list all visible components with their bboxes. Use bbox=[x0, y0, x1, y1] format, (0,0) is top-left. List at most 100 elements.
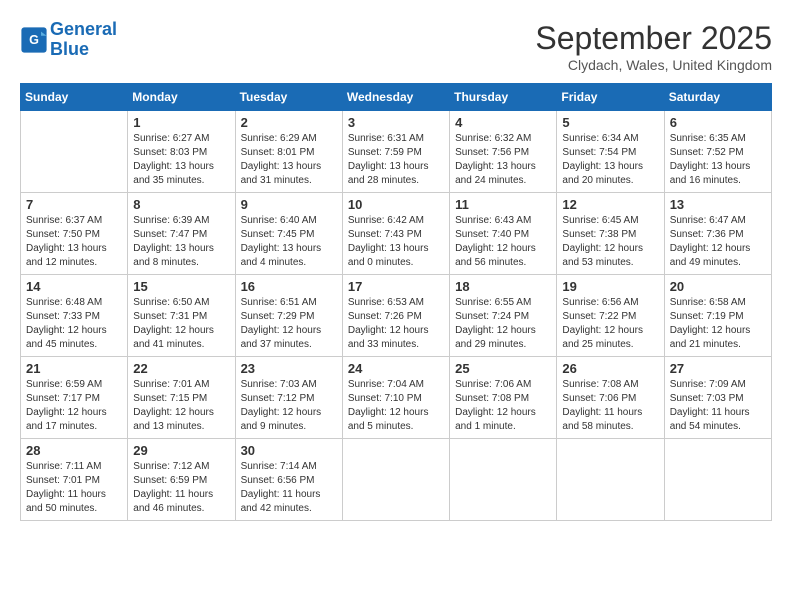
day-info: Sunrise: 6:51 AM Sunset: 7:29 PM Dayligh… bbox=[241, 296, 337, 352]
day-number: 20 bbox=[670, 279, 766, 294]
day-number: 25 bbox=[455, 361, 551, 376]
day-cell: 21 Sunrise: 6:59 AM Sunset: 7:17 PM Dayli… bbox=[21, 357, 128, 439]
day-number: 4 bbox=[455, 115, 551, 130]
day-number: 21 bbox=[26, 361, 122, 376]
calendar-table: SundayMondayTuesdayWednesdayThursdayFrid… bbox=[20, 83, 772, 521]
day-cell bbox=[664, 439, 771, 521]
day-info: Sunrise: 7:11 AM Sunset: 7:01 PM Dayligh… bbox=[26, 460, 122, 516]
logo: G General Blue bbox=[20, 20, 117, 60]
day-info: Sunrise: 6:42 AM Sunset: 7:43 PM Dayligh… bbox=[348, 214, 444, 270]
day-info: Sunrise: 6:58 AM Sunset: 7:19 PM Dayligh… bbox=[670, 296, 766, 352]
day-info: Sunrise: 6:39 AM Sunset: 7:47 PM Dayligh… bbox=[133, 214, 229, 270]
day-cell: 4 Sunrise: 6:32 AM Sunset: 7:56 PM Daylig… bbox=[450, 111, 557, 193]
day-cell: 29Sunrise: 7:12 AM Sunset: 6:59 PM Dayli… bbox=[128, 439, 235, 521]
day-cell: 20 Sunrise: 6:58 AM Sunset: 7:19 PM Dayli… bbox=[664, 275, 771, 357]
day-number: 1 bbox=[133, 115, 229, 130]
page-header: G General Blue September 2025 Clydach, W… bbox=[20, 20, 772, 73]
day-number: 18 bbox=[455, 279, 551, 294]
calendar-body: 1 Sunrise: 6:27 AM Sunset: 8:03 PM Daylig… bbox=[21, 111, 772, 521]
calendar-header: SundayMondayTuesdayWednesdayThursdayFrid… bbox=[21, 84, 772, 111]
day-info: Sunrise: 6:35 AM Sunset: 7:52 PM Dayligh… bbox=[670, 132, 766, 188]
day-cell: 11 Sunrise: 6:43 AM Sunset: 7:40 PM Dayli… bbox=[450, 193, 557, 275]
day-info: Sunrise: 6:40 AM Sunset: 7:45 PM Dayligh… bbox=[241, 214, 337, 270]
header-row: SundayMondayTuesdayWednesdayThursdayFrid… bbox=[21, 84, 772, 111]
day-info: Sunrise: 6:31 AM Sunset: 7:59 PM Dayligh… bbox=[348, 132, 444, 188]
day-info: Sunrise: 7:12 AM Sunset: 6:59 PM Dayligh… bbox=[133, 460, 229, 516]
day-info: Sunrise: 6:34 AM Sunset: 7:54 PM Dayligh… bbox=[562, 132, 658, 188]
day-info: Sunrise: 6:32 AM Sunset: 7:56 PM Dayligh… bbox=[455, 132, 551, 188]
day-cell: 30Sunrise: 7:14 AM Sunset: 6:56 PM Dayli… bbox=[235, 439, 342, 521]
day-cell: 22 Sunrise: 7:01 AM Sunset: 7:15 PM Dayli… bbox=[128, 357, 235, 439]
header-cell-sunday: Sunday bbox=[21, 84, 128, 111]
day-info: Sunrise: 6:55 AM Sunset: 7:24 PM Dayligh… bbox=[455, 296, 551, 352]
day-info: Sunrise: 7:03 AM Sunset: 7:12 PM Dayligh… bbox=[241, 378, 337, 434]
day-number: 11 bbox=[455, 197, 551, 212]
day-number: 28 bbox=[26, 443, 122, 458]
day-cell bbox=[342, 439, 449, 521]
day-info: Sunrise: 6:59 AM Sunset: 7:17 PM Dayligh… bbox=[26, 378, 122, 434]
header-cell-saturday: Saturday bbox=[664, 84, 771, 111]
day-number: 22 bbox=[133, 361, 229, 376]
day-info: Sunrise: 6:43 AM Sunset: 7:40 PM Dayligh… bbox=[455, 214, 551, 270]
day-info: Sunrise: 7:01 AM Sunset: 7:15 PM Dayligh… bbox=[133, 378, 229, 434]
day-info: Sunrise: 6:48 AM Sunset: 7:33 PM Dayligh… bbox=[26, 296, 122, 352]
day-cell: 15Sunrise: 6:50 AM Sunset: 7:31 PM Dayli… bbox=[128, 275, 235, 357]
header-cell-friday: Friday bbox=[557, 84, 664, 111]
day-number: 26 bbox=[562, 361, 658, 376]
day-cell: 14Sunrise: 6:48 AM Sunset: 7:33 PM Dayli… bbox=[21, 275, 128, 357]
day-cell: 1 Sunrise: 6:27 AM Sunset: 8:03 PM Daylig… bbox=[128, 111, 235, 193]
day-info: Sunrise: 7:06 AM Sunset: 7:08 PM Dayligh… bbox=[455, 378, 551, 434]
day-cell: 24 Sunrise: 7:04 AM Sunset: 7:10 PM Dayli… bbox=[342, 357, 449, 439]
day-info: Sunrise: 6:47 AM Sunset: 7:36 PM Dayligh… bbox=[670, 214, 766, 270]
day-cell: 8 Sunrise: 6:39 AM Sunset: 7:47 PM Daylig… bbox=[128, 193, 235, 275]
day-number: 8 bbox=[133, 197, 229, 212]
day-cell: 23Sunrise: 7:03 AM Sunset: 7:12 PM Dayli… bbox=[235, 357, 342, 439]
day-cell: 26 Sunrise: 7:08 AM Sunset: 7:06 PM Dayli… bbox=[557, 357, 664, 439]
month-title: September 2025 bbox=[535, 20, 772, 57]
week-row-5: 28 Sunrise: 7:11 AM Sunset: 7:01 PM Dayli… bbox=[21, 439, 772, 521]
logo-text: General Blue bbox=[50, 20, 117, 60]
day-number: 24 bbox=[348, 361, 444, 376]
week-row-4: 21 Sunrise: 6:59 AM Sunset: 7:17 PM Dayli… bbox=[21, 357, 772, 439]
day-number: 3 bbox=[348, 115, 444, 130]
day-cell: 5 Sunrise: 6:34 AM Sunset: 7:54 PM Daylig… bbox=[557, 111, 664, 193]
day-info: Sunrise: 6:50 AM Sunset: 7:31 PM Dayligh… bbox=[133, 296, 229, 352]
logo-line2: Blue bbox=[50, 39, 89, 59]
day-info: Sunrise: 6:53 AM Sunset: 7:26 PM Dayligh… bbox=[348, 296, 444, 352]
day-info: Sunrise: 6:27 AM Sunset: 8:03 PM Dayligh… bbox=[133, 132, 229, 188]
day-info: Sunrise: 6:56 AM Sunset: 7:22 PM Dayligh… bbox=[562, 296, 658, 352]
day-cell bbox=[450, 439, 557, 521]
day-cell: 9Sunrise: 6:40 AM Sunset: 7:45 PM Daylig… bbox=[235, 193, 342, 275]
day-number: 27 bbox=[670, 361, 766, 376]
day-number: 5 bbox=[562, 115, 658, 130]
day-cell: 18 Sunrise: 6:55 AM Sunset: 7:24 PM Dayli… bbox=[450, 275, 557, 357]
day-info: Sunrise: 7:08 AM Sunset: 7:06 PM Dayligh… bbox=[562, 378, 658, 434]
day-number: 13 bbox=[670, 197, 766, 212]
day-cell: 17 Sunrise: 6:53 AM Sunset: 7:26 PM Dayli… bbox=[342, 275, 449, 357]
day-info: Sunrise: 7:09 AM Sunset: 7:03 PM Dayligh… bbox=[670, 378, 766, 434]
day-cell: 19 Sunrise: 6:56 AM Sunset: 7:22 PM Dayli… bbox=[557, 275, 664, 357]
day-cell: 27 Sunrise: 7:09 AM Sunset: 7:03 PM Dayli… bbox=[664, 357, 771, 439]
week-row-2: 7Sunrise: 6:37 AM Sunset: 7:50 PM Daylig… bbox=[21, 193, 772, 275]
day-cell: 3 Sunrise: 6:31 AM Sunset: 7:59 PM Daylig… bbox=[342, 111, 449, 193]
title-block: September 2025 Clydach, Wales, United Ki… bbox=[535, 20, 772, 73]
day-info: Sunrise: 7:04 AM Sunset: 7:10 PM Dayligh… bbox=[348, 378, 444, 434]
day-info: Sunrise: 6:45 AM Sunset: 7:38 PM Dayligh… bbox=[562, 214, 658, 270]
day-number: 7 bbox=[26, 197, 122, 212]
day-info: Sunrise: 6:29 AM Sunset: 8:01 PM Dayligh… bbox=[241, 132, 337, 188]
logo-line1: General bbox=[50, 19, 117, 39]
day-cell: 28 Sunrise: 7:11 AM Sunset: 7:01 PM Dayli… bbox=[21, 439, 128, 521]
day-number: 19 bbox=[562, 279, 658, 294]
logo-icon: G bbox=[20, 26, 48, 54]
day-number: 16 bbox=[241, 279, 337, 294]
day-number: 6 bbox=[670, 115, 766, 130]
week-row-1: 1 Sunrise: 6:27 AM Sunset: 8:03 PM Daylig… bbox=[21, 111, 772, 193]
day-number: 10 bbox=[348, 197, 444, 212]
day-cell: 12Sunrise: 6:45 AM Sunset: 7:38 PM Dayli… bbox=[557, 193, 664, 275]
day-number: 17 bbox=[348, 279, 444, 294]
day-cell: 10 Sunrise: 6:42 AM Sunset: 7:43 PM Dayli… bbox=[342, 193, 449, 275]
day-cell: 7Sunrise: 6:37 AM Sunset: 7:50 PM Daylig… bbox=[21, 193, 128, 275]
header-cell-monday: Monday bbox=[128, 84, 235, 111]
day-info: Sunrise: 7:14 AM Sunset: 6:56 PM Dayligh… bbox=[241, 460, 337, 516]
svg-text:G: G bbox=[29, 33, 39, 47]
